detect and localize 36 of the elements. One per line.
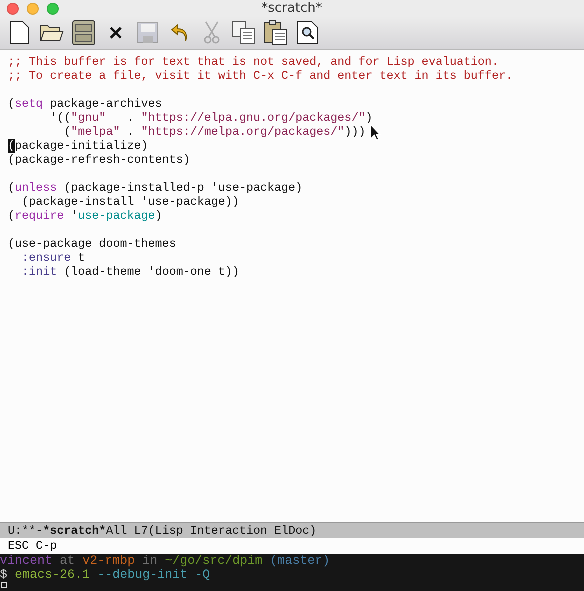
code-line: :ensure t xyxy=(21,251,86,265)
code-line: (setq package-archives xyxy=(8,97,162,111)
code-line: ("melpa" . "https://melpa.org/packages/"))) xyxy=(63,125,366,139)
major-mode: (Lisp Interaction ElDoc) xyxy=(148,524,317,538)
toolbar-button[interactable] xyxy=(71,20,97,46)
toolbar-button[interactable] xyxy=(263,20,289,46)
buffer-name: *scratch* xyxy=(43,524,106,538)
code-line: (package-initialize) xyxy=(8,139,148,153)
code-line: '(("gnu" . "https://elpa.gnu.org/packages/") xyxy=(49,111,373,125)
folder-icon xyxy=(40,23,64,43)
window-title: *scratch* xyxy=(260,1,324,16)
search-icon xyxy=(297,21,319,45)
terminal-line: $ emacs-26.1 --debug-init -Q xyxy=(0,568,210,582)
close-window-button[interactable] xyxy=(7,2,19,14)
copy-icon xyxy=(232,21,256,45)
code-line: (require 'use-package) xyxy=(8,209,162,223)
code-line: (package-refresh-contents) xyxy=(8,153,190,167)
close-icon xyxy=(110,27,122,39)
undo-icon xyxy=(171,23,189,43)
code-line: (use-package doom-themes xyxy=(8,237,176,251)
code-line: (unless (package-installed-p 'use-package) xyxy=(8,181,303,195)
terminal-line: vincent at v2-rmbp in ~/go/src/dpim (master) xyxy=(0,554,330,568)
code-line: ;; This buffer is for text that is not saved, and for Lisp evaluation. xyxy=(8,55,499,69)
mode-status: U:**- xyxy=(8,524,44,538)
code-line: (package-install 'use-package)) xyxy=(21,195,240,209)
clipboard-icon xyxy=(264,20,288,46)
new-file-icon xyxy=(10,21,30,45)
toolbar-button[interactable] xyxy=(295,20,321,46)
mouse-pointer-icon xyxy=(370,124,381,141)
code-line: :init (load-theme 'doom-one t)) xyxy=(21,265,240,279)
scissors-icon xyxy=(203,21,221,45)
toolbar-button[interactable] xyxy=(231,20,257,46)
buffer-position: All L7 xyxy=(106,524,148,538)
cabinet-icon xyxy=(72,20,96,46)
terminal-cursor xyxy=(1,582,7,588)
code-line: ;; To create a file, visit it with C-x C-f and enter text in its buffer. xyxy=(8,69,513,83)
